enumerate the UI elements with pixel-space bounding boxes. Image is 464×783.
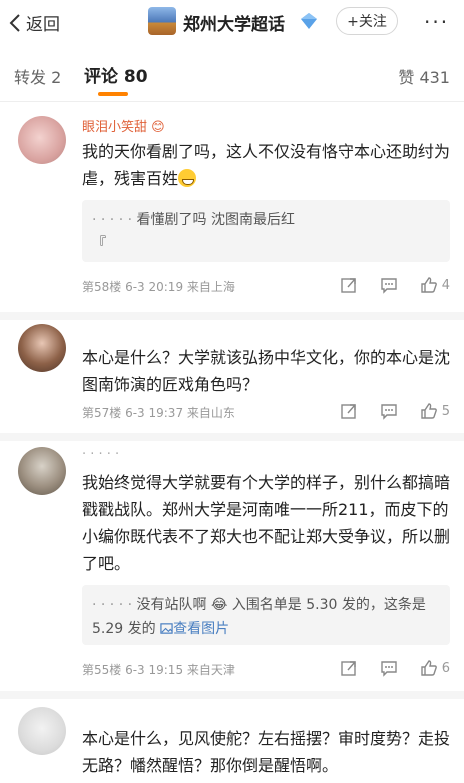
comment-icon <box>381 278 397 294</box>
follow-button[interactable]: +关注 <box>336 7 398 35</box>
reply-text: 看懂剧了吗 沈图南最后红 <box>136 212 295 228</box>
divider <box>0 433 464 441</box>
reply-text-continued: 『 <box>92 236 106 252</box>
comment-body: 本心是什么？大学就该弘扬中华文化，你的本心是沈图南饰演的匠戏角色吗？ <box>82 348 451 394</box>
divider <box>0 312 464 320</box>
share-button[interactable] <box>340 276 358 294</box>
like-count: 4 <box>441 277 450 293</box>
comment-meta: 第58楼 6-3 20:19 来自上海 <box>82 280 235 294</box>
image-icon <box>160 623 173 634</box>
comment-item: · · · · · 我始终觉得大学就要有个大学的样子，别什么都搞暗戳戳战队。郑州… <box>0 441 464 691</box>
comment-icon <box>381 404 397 420</box>
avatar[interactable] <box>18 447 66 495</box>
comment-username[interactable]: 眼泪小笑甜 😊 <box>82 116 165 135</box>
topic-title[interactable]: 郑州大学超话 <box>183 10 285 35</box>
thumbs-up-icon <box>421 277 437 293</box>
more-icon[interactable]: ··· <box>424 10 449 34</box>
like-button[interactable]: 5 <box>420 402 450 420</box>
comment-body: 我始终觉得大学就要有个大学的样子，别什么都搞暗戳戳战队。郑州大学是河南唯一一所2… <box>82 473 451 573</box>
active-tab-indicator <box>98 92 128 96</box>
like-button[interactable]: 4 <box>420 276 450 294</box>
chevron-left-icon <box>9 13 20 32</box>
reply-button[interactable] <box>380 402 398 420</box>
avatar[interactable] <box>18 116 66 164</box>
diamond-icon <box>301 13 317 29</box>
comment-actions: 6 <box>318 659 450 677</box>
comment-item: 本心是什么，见风使舵？左右摇摆？审时度势？走投无路？幡然醒悟？那你倒是醒悟啊。 <box>0 699 464 783</box>
topic-thumbnail[interactable] <box>148 7 176 35</box>
avatar[interactable] <box>18 324 66 372</box>
avatar[interactable] <box>18 707 66 755</box>
top-bar: 返回 郑州大学超话 +关注 ··· <box>0 0 464 44</box>
view-image-link[interactable]: 查看图片 <box>160 621 229 637</box>
comment-body: 本心是什么，见风使舵？左右摇摆？审时度势？走投无路？幡然醒悟？那你倒是醒悟啊。 <box>82 729 451 775</box>
reply-box[interactable]: · · · · · 没有站队啊 😂 入围名单是 5.30 发的，这条是 5.29… <box>82 585 450 645</box>
comment-username[interactable]: · · · · · <box>82 447 119 462</box>
reply-text: 没有站队啊 😂 入围名单是 5.30 发的，这条是 5.29 发的 <box>92 597 426 637</box>
like-button[interactable]: 6 <box>420 659 450 677</box>
share-button[interactable] <box>340 402 358 420</box>
comment-meta: 第55楼 6-3 19:15 来自天津 <box>82 663 235 677</box>
reply-button[interactable] <box>380 659 398 677</box>
share-icon <box>341 661 356 676</box>
comment-text: 我的天你看剧了吗，这人不仅没有恪守本心还助纣为虐，残害百姓 <box>82 138 452 192</box>
comment-actions: 5 <box>318 402 450 420</box>
back-button[interactable]: 返回 <box>8 10 60 35</box>
like-count: 6 <box>441 660 450 676</box>
tab-like[interactable]: 赞 431 <box>398 64 450 88</box>
back-label: 返回 <box>26 15 60 35</box>
tab-bar: 转发 2 评论 80 赞 431 <box>0 44 464 102</box>
comment-item: 眼泪小笑甜 😊 我的天你看剧了吗，这人不仅没有恪守本心还助纣为虐，残害百姓 · … <box>0 102 464 312</box>
reply-author[interactable]: · · · · · <box>92 212 132 228</box>
thumbs-up-icon <box>421 660 437 676</box>
reply-author[interactable]: · · · · · <box>92 597 132 613</box>
tab-repost[interactable]: 转发 2 <box>14 64 61 88</box>
reply-box[interactable]: · · · · · 看懂剧了吗 沈图南最后红 『 <box>82 200 450 262</box>
thumbs-up-icon <box>421 403 437 419</box>
like-count: 5 <box>441 403 450 419</box>
comment-icon <box>381 661 397 677</box>
grin-emoji-icon <box>178 169 197 187</box>
comment-item: 本心是什么？大学就该弘扬中华文化，你的本心是沈图南饰演的匠戏角色吗？ 第57楼 … <box>0 320 464 433</box>
share-icon <box>341 278 356 293</box>
comment-actions: 4 <box>318 276 450 294</box>
comment-body: 我的天你看剧了吗，这人不仅没有恪守本心还助纣为虐，残害百姓 <box>82 142 451 188</box>
tab-comment[interactable]: 评论 80 <box>84 62 148 87</box>
reply-button[interactable] <box>380 276 398 294</box>
share-button[interactable] <box>340 659 358 677</box>
divider <box>0 691 464 699</box>
share-icon <box>341 404 356 419</box>
comment-meta: 第57楼 6-3 19:37 来自山东 <box>82 406 235 420</box>
view-image-label: 查看图片 <box>173 621 230 637</box>
